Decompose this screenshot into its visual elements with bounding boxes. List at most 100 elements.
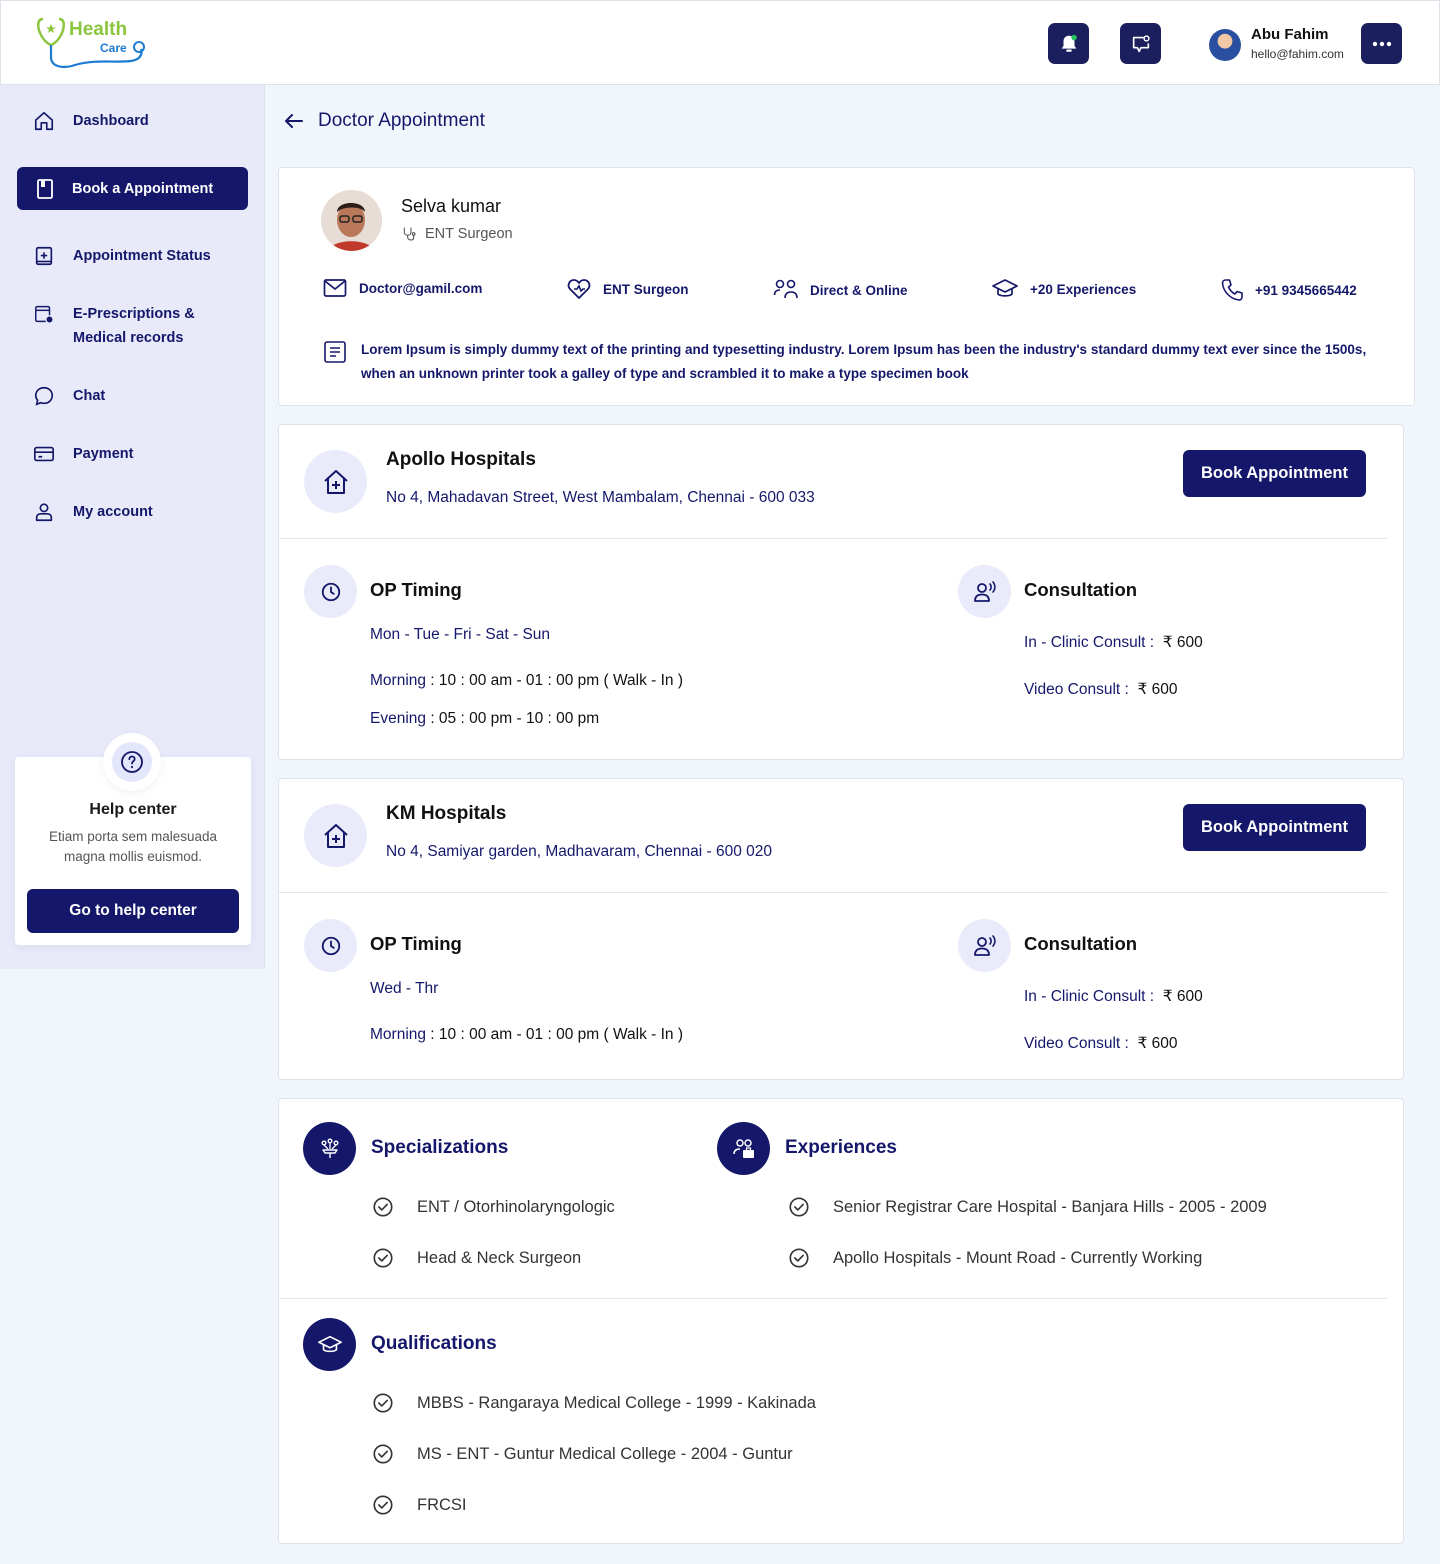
user-email: hello@fahim.com: [1251, 47, 1344, 61]
video-consult-fee: Video Consult : ₹ 600: [1024, 1035, 1178, 1052]
clock-icon-wrapper: [304, 919, 357, 972]
op-days: Mon - Tue - Fri - Sat - Sun: [370, 626, 551, 643]
experiences-icon-wrapper: [717, 1122, 770, 1175]
clinic-consult-fee: In - Clinic Consult : ₹ 600: [1024, 634, 1203, 651]
sidebar-item-my-account[interactable]: My account: [17, 500, 248, 524]
specialization-item: Head & Neck Surgeon: [372, 1247, 581, 1269]
op-morning: Morning : 10 : 00 am - 01 : 00 pm ( Walk…: [370, 672, 683, 689]
top-header: Health Care Abu Fahim hello@fahim.com: [0, 0, 1440, 85]
sidebar-item-book-appointment[interactable]: Book a Appointment: [17, 167, 248, 210]
consult-icon-wrapper: [958, 565, 1011, 618]
sidebar-item-label: E-Prescriptions & Medical records: [73, 306, 195, 346]
divider: [279, 1298, 1387, 1299]
logo-text-care: Care: [100, 41, 127, 55]
doctor-description-text: Lorem Ipsum is simply dummy text of the …: [361, 342, 1367, 381]
op-timing-title: OP Timing: [370, 579, 462, 600]
sidebar-item-label: My account: [73, 504, 153, 520]
graduation-cap-icon: [317, 1335, 342, 1352]
doctor-specialty: ENT Surgeon: [425, 226, 513, 242]
hospital-icon-wrapper: [304, 804, 367, 867]
clock-icon: [321, 936, 340, 955]
bell-icon: [1061, 34, 1077, 52]
doctor-avatar: [321, 190, 382, 251]
user-avatar[interactable]: [1209, 29, 1241, 61]
doctor-details-card: Specializations ENT / Otorhinolaryngolog…: [278, 1098, 1404, 1544]
hospital-address: No 4, Samiyar garden, Madhavaram, Chenna…: [386, 843, 772, 860]
sidebar-item-chat[interactable]: Chat: [17, 384, 248, 408]
divider: [279, 538, 1387, 539]
hospital-name: KM Hospitals: [386, 803, 507, 824]
question-icon: [121, 751, 143, 773]
sidebar-item-e-prescriptions[interactable]: E-Prescriptions & Medical records: [17, 302, 248, 350]
document-icon: [324, 341, 346, 363]
clock-icon-wrapper: [304, 565, 357, 618]
card-icon: [34, 446, 54, 462]
people-icon: [773, 279, 798, 299]
sidebar-item-appointment-status[interactable]: Appointment Status: [17, 244, 248, 268]
sidebar-item-label: Payment: [73, 446, 134, 462]
hospital-address: No 4, Mahadavan Street, West Mambalam, C…: [386, 489, 815, 506]
prescription-icon: [35, 305, 54, 324]
specializations-title: Specializations: [371, 1137, 509, 1158]
hospital-card: KM Hospitals No 4, Samiyar garden, Madha…: [278, 778, 1404, 1080]
doctor-phone: +91 9345665442: [1255, 282, 1357, 298]
graduation-cap-icon: [992, 279, 1018, 297]
check-circle-icon: [789, 1197, 809, 1217]
sidebar-item-payment[interactable]: Payment: [17, 442, 248, 466]
qualifications-title: Qualifications: [371, 1333, 497, 1354]
heart-icon: [567, 279, 591, 299]
experience-item: Senior Registrar Care Hospital - Banjara…: [788, 1196, 1267, 1218]
hospital-name: Apollo Hospitals: [386, 449, 536, 470]
help-center-card: Help center Etiam porta sem malesuada ma…: [15, 733, 251, 945]
check-circle-icon: [373, 1444, 393, 1464]
op-evening: Evening : 05 : 00 pm - 10 : 00 pm: [370, 710, 600, 727]
user-icon: [35, 503, 53, 522]
qualification-item: MBBS - Rangaraya Medical College - 1999 …: [372, 1392, 816, 1414]
sidebar-item-label: Chat: [73, 388, 106, 404]
back-arrow-icon[interactable]: [284, 113, 304, 129]
speaking-person-icon: [973, 580, 996, 602]
speaking-person-icon: [973, 934, 996, 956]
doctor-email-item: Doctor@gamil.com: [323, 278, 482, 298]
doctor-photo: [321, 190, 382, 251]
check-circle-icon: [789, 1248, 809, 1268]
notifications-button[interactable]: [1048, 23, 1089, 64]
more-options-button[interactable]: [1361, 23, 1402, 64]
book-icon: [37, 179, 53, 199]
help-center-text: Etiam porta sem malesuada magna mollis e…: [48, 829, 218, 864]
op-timing-title: OP Timing: [370, 933, 462, 954]
specialization-item: ENT / Otorhinolaryngologic: [372, 1196, 615, 1218]
experience-icon: [732, 1138, 754, 1158]
stethoscope-icon: [403, 227, 416, 241]
doctor-experience: +20 Experiences: [1030, 281, 1137, 297]
message-icon: [1132, 34, 1150, 52]
phone-icon: [1221, 279, 1243, 301]
book-appointment-button[interactable]: Book Appointment: [1183, 804, 1366, 851]
home-icon: [34, 111, 54, 131]
qualification-item: FRCSI: [372, 1494, 467, 1516]
specialization-icon: [320, 1138, 339, 1158]
hospital-card: Apollo Hospitals No 4, Mahadavan Street,…: [278, 424, 1404, 760]
help-icon-wrapper: [103, 733, 161, 791]
divider: [279, 892, 1387, 893]
consultation-title: Consultation: [1024, 579, 1138, 600]
experiences-title: Experiences: [785, 1137, 897, 1158]
hospital-icon: [323, 469, 348, 494]
doctor-specialty-line: ENT Surgeon: [401, 226, 513, 242]
check-circle-icon: [373, 1495, 393, 1515]
consult-icon-wrapper: [958, 919, 1011, 972]
go-to-help-center-button[interactable]: Go to help center: [27, 889, 239, 933]
doctor-specialty-item: ENT Surgeon: [567, 278, 689, 300]
check-circle-icon: [373, 1248, 393, 1268]
clock-icon: [321, 582, 340, 601]
sidebar: Dashboard Book a Appointment Appointment…: [0, 85, 265, 969]
doctor-mode-item: Direct & Online: [773, 278, 908, 302]
health-care-logo[interactable]: Health Care: [35, 15, 150, 73]
sidebar-item-dashboard[interactable]: Dashboard: [17, 109, 248, 133]
check-circle-icon: [373, 1197, 393, 1217]
clinic-consult-fee: In - Clinic Consult : ₹ 600: [1024, 988, 1203, 1005]
messages-button[interactable]: [1120, 23, 1161, 64]
sidebar-item-label: Dashboard: [73, 113, 149, 129]
page-header: Doctor Appointment: [284, 110, 485, 132]
book-appointment-button[interactable]: Book Appointment: [1183, 450, 1366, 497]
